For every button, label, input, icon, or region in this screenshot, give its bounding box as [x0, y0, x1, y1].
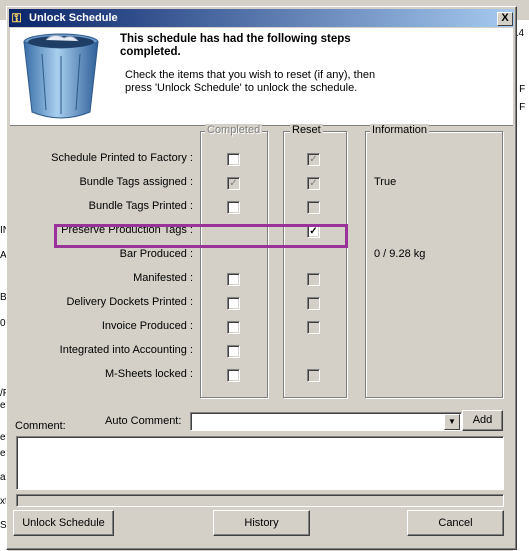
- information-group: Information: [365, 124, 503, 398]
- window-title: Unlock Schedule: [29, 12, 118, 24]
- auto-comment-label: Auto Comment:: [105, 415, 182, 427]
- header-description: Check the items that you wish to reset (…: [125, 69, 376, 94]
- completed-checkbox[interactable]: [227, 153, 240, 166]
- completed-legend: Completed: [205, 124, 263, 136]
- reset-checkbox: ✓: [307, 153, 320, 166]
- completed-checkbox[interactable]: [227, 345, 240, 358]
- unlock-schedule-button[interactable]: Unlock Schedule: [13, 510, 114, 536]
- step-label: Integrated into Accounting :: [59, 344, 193, 356]
- step-info: 0 / 9.28 kg: [374, 248, 426, 260]
- add-button[interactable]: Add: [462, 410, 503, 431]
- reset-group: Reset: [283, 124, 347, 398]
- step-label: Bar Produced :: [119, 248, 193, 260]
- step-label: Bundle Tags assigned :: [79, 176, 193, 188]
- step-label: M-Sheets locked :: [104, 368, 193, 380]
- completed-checkbox[interactable]: [227, 297, 240, 310]
- chevron-down-icon[interactable]: ▼: [444, 414, 460, 430]
- step-label: Bundle Tags Printed :: [88, 200, 193, 212]
- completed-checkbox[interactable]: [227, 321, 240, 334]
- reset-legend: Reset: [290, 124, 323, 136]
- step-label: Schedule Printed to Factory :: [51, 152, 193, 164]
- header-title: This schedule has had the following step…: [120, 33, 351, 58]
- unlock-schedule-dialog: ⚿ Unlock Schedule X This schedule has ha…: [6, 6, 517, 550]
- reset-checkbox: [307, 297, 320, 310]
- step-label: Invoice Produced :: [101, 320, 193, 332]
- completed-checkbox[interactable]: [227, 201, 240, 214]
- completed-checkbox: ✓: [227, 177, 240, 190]
- auto-comment-select[interactable]: ▼: [190, 412, 462, 431]
- reset-checkbox: ✓: [307, 177, 320, 190]
- reset-checkbox: [307, 201, 320, 214]
- reset-checkbox: [307, 321, 320, 334]
- reset-checkbox: [307, 273, 320, 286]
- header-panel: This schedule has had the following step…: [10, 28, 513, 126]
- step-info: True: [374, 176, 397, 188]
- recycle-bin-icon: [23, 33, 99, 119]
- step-label: Delivery Dockets Printed :: [66, 296, 193, 308]
- close-button[interactable]: X: [497, 12, 513, 26]
- completed-checkbox[interactable]: [227, 369, 240, 382]
- information-legend: Information: [370, 124, 430, 136]
- cancel-button[interactable]: Cancel: [407, 510, 504, 536]
- progress-bar: [16, 494, 504, 507]
- reset-checkbox: [307, 369, 320, 382]
- keys-icon: ⚿: [12, 11, 22, 25]
- completed-checkbox[interactable]: [227, 273, 240, 286]
- highlight-box: [54, 224, 348, 248]
- title-bar[interactable]: ⚿ Unlock Schedule X: [9, 9, 514, 27]
- comment-textarea[interactable]: [16, 436, 504, 490]
- comment-label: Comment:: [15, 420, 66, 432]
- history-button[interactable]: History: [213, 510, 310, 536]
- step-label: Manifested :: [133, 272, 193, 284]
